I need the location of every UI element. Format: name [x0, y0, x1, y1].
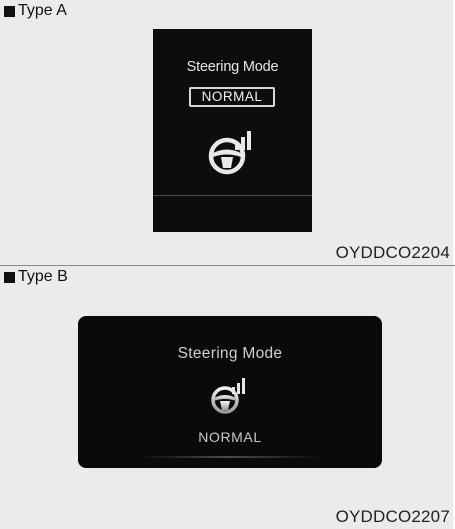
- steering-mode-value-box: NORMAL: [189, 87, 275, 107]
- steering-mode-title: Steering Mode: [177, 345, 283, 362]
- type-a-figure-code: OYDDCO2204: [335, 243, 450, 262]
- type-a-cluster-display: Steering Mode NORMAL: [153, 29, 312, 232]
- panel-divider: [0, 265, 455, 266]
- steering-mode-title: Steering Mode: [186, 59, 279, 75]
- steering-wheel-icon: [208, 131, 251, 175]
- steering-mode-value: NORMAL: [198, 429, 262, 445]
- square-bullet-icon: [4, 271, 15, 283]
- type-b-heading: Type B: [4, 267, 68, 287]
- steering-wheel-icon: [211, 378, 245, 414]
- type-b-figure-code: OYDDCO2207: [335, 507, 450, 526]
- type-b-cluster-display: Steering Mode NORMAL: [78, 316, 382, 468]
- display-glow-line: [138, 456, 322, 458]
- type-b-label: Type B: [18, 268, 68, 285]
- display-separator: [153, 195, 312, 196]
- square-bullet-icon: [4, 5, 15, 17]
- type-a-label: Type A: [18, 2, 67, 19]
- type-a-heading: Type A: [4, 1, 67, 21]
